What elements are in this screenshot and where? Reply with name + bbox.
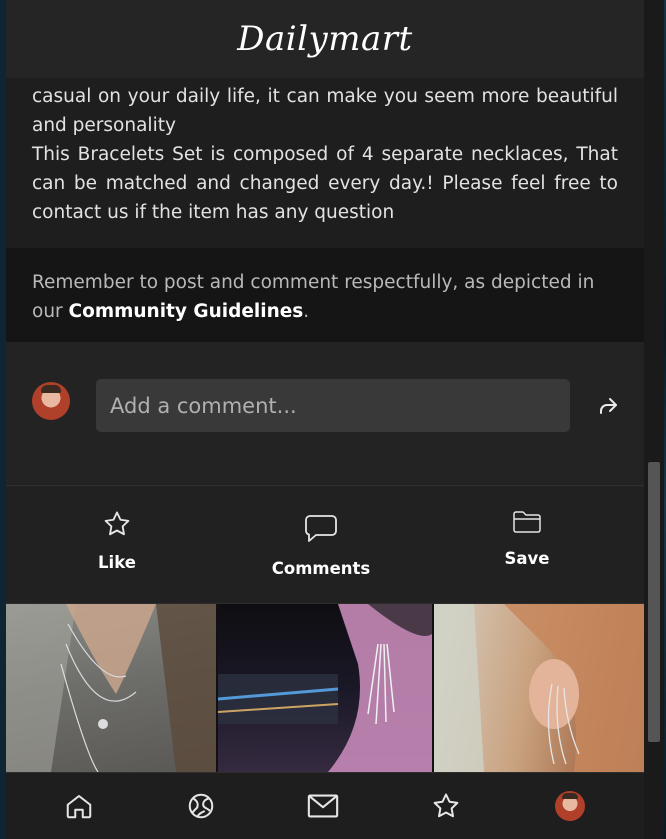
save-label: Save	[504, 549, 550, 568]
star-icon[interactable]	[430, 790, 462, 822]
related-gallery	[6, 604, 644, 772]
scrollbar[interactable]	[644, 0, 664, 839]
community-notice: Remember to post and comment respectfull…	[6, 248, 644, 342]
explore-globe-icon[interactable]	[185, 790, 217, 822]
photo-ear-cuff-chain[interactable]	[434, 604, 644, 772]
user-avatar[interactable]	[32, 382, 70, 420]
mail-icon[interactable]	[307, 790, 339, 822]
profile-avatar[interactable]	[555, 791, 585, 821]
post-actions: Like Comments Save	[6, 487, 644, 604]
bottom-navigation	[6, 772, 644, 839]
home-icon[interactable]	[63, 790, 95, 822]
app-window: Dailymart casual on your daily life, it …	[6, 0, 644, 839]
comment-input[interactable]	[96, 379, 570, 432]
app-header: Dailymart	[6, 0, 644, 78]
brand-logo[interactable]: Dailymart	[237, 19, 412, 59]
comments-label: Comments	[271, 559, 371, 578]
community-guidelines-link[interactable]: Community Guidelines	[69, 301, 304, 322]
product-description: casual on your daily life, it can make y…	[6, 78, 644, 248]
like-label: Like	[98, 553, 136, 572]
notice-text-after: .	[303, 301, 310, 322]
folder-icon	[512, 509, 542, 539]
description-paragraph-1: casual on your daily life, it can make y…	[32, 86, 618, 136]
photo-crystal-earring-night[interactable]	[218, 604, 432, 772]
scrollbar-thumb[interactable]	[648, 462, 660, 742]
speech-bubble-icon	[304, 513, 338, 549]
notice-text: Remember to post and comment respectfull…	[32, 268, 618, 326]
comment-composer	[6, 342, 644, 486]
like-button[interactable]: Like	[57, 509, 177, 572]
description-paragraph-2: This Bracelets Set is composed of 4 sepa…	[32, 144, 618, 223]
photo-necklace-layered[interactable]	[6, 604, 216, 772]
share-arrow-icon[interactable]	[596, 394, 620, 418]
save-button[interactable]: Save	[467, 509, 587, 568]
comments-button[interactable]: Comments	[261, 513, 381, 578]
star-icon	[102, 509, 132, 543]
